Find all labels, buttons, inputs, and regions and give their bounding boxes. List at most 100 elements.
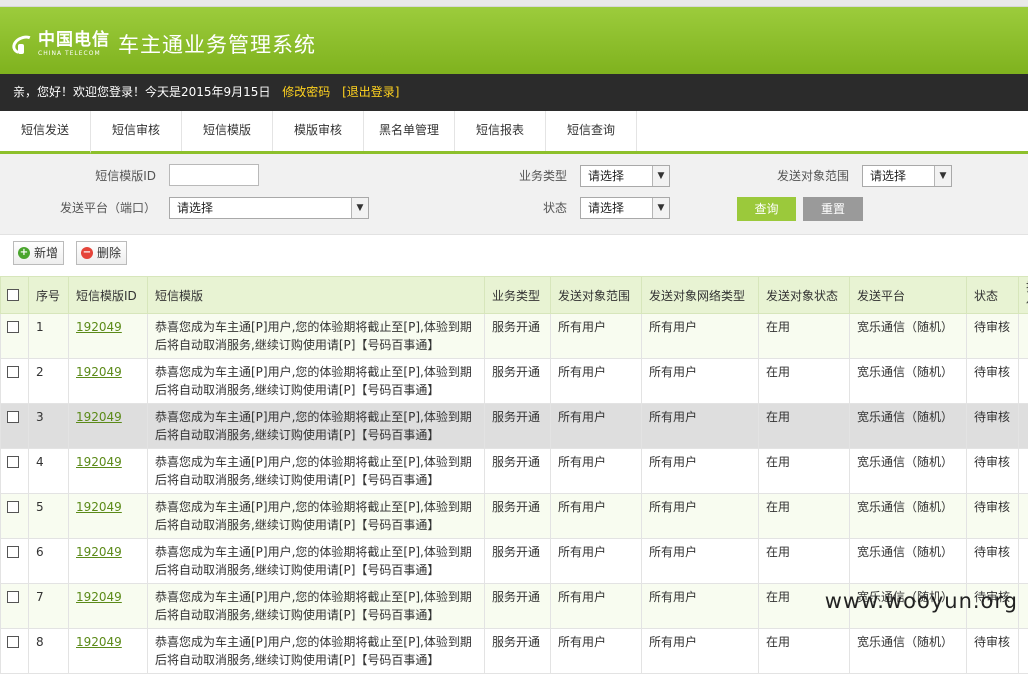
col-header-template-id[interactable]: 短信模版ID — [69, 277, 148, 314]
query-button[interactable]: 查询 — [737, 197, 796, 221]
col-header-network-type[interactable]: 发送对象网络类型 — [642, 277, 759, 314]
row-checkbox[interactable] — [7, 591, 19, 603]
row-network-type: 所有用户 — [642, 449, 759, 494]
template-id-link[interactable]: 192049 — [76, 590, 122, 604]
table-row[interactable]: 4 192049 恭喜您成为车主通[P]用户,您的体验期将截止至[P],体验到期后将… — [1, 449, 1028, 494]
row-select-cell — [1, 584, 29, 629]
select-all-checkbox[interactable] — [7, 289, 19, 301]
col-header-target-state[interactable]: 发送对象状态 — [759, 277, 850, 314]
row-template-id-cell: 192049 — [69, 629, 148, 674]
row-status: 待审核 — [967, 539, 1019, 584]
col-header-template[interactable]: 短信模版 — [148, 277, 485, 314]
row-no: 2 — [29, 359, 69, 404]
template-id-link[interactable]: 192049 — [76, 635, 122, 649]
add-button[interactable]: + 新增 — [13, 241, 64, 265]
row-checkbox[interactable] — [7, 546, 19, 558]
chevron-down-icon: ▼ — [351, 198, 368, 218]
row-select-cell — [1, 449, 29, 494]
template-id-label: 短信模版ID — [40, 165, 156, 187]
table-row[interactable]: 1192049恭喜您成为车主通[P]用户,您的体验期将截止至[P],体验到期后将… — [1, 314, 1028, 359]
template-id-link[interactable]: 192049 — [76, 545, 122, 559]
tab-sms-send[interactable]: 短信发送 — [0, 111, 91, 154]
row-checkbox[interactable] — [7, 411, 19, 423]
template-id-link[interactable]: 192049 — [76, 320, 122, 334]
chevron-down-icon: ▼ — [934, 166, 951, 186]
row-no: 7 — [29, 584, 69, 629]
row-target-state: 在用 — [759, 404, 850, 449]
row-target-state: 在用 — [759, 314, 850, 359]
change-password-link[interactable]: 修改密码 — [282, 85, 330, 99]
row-target-state: 在用 — [759, 449, 850, 494]
row-scope: 所有用户 — [551, 539, 642, 584]
tab-sms-template[interactable]: 短信模版 — [182, 111, 273, 151]
template-id-link[interactable]: 192049 — [76, 410, 122, 424]
scope-select[interactable]: 请选择 ▼ — [862, 165, 952, 187]
status-select[interactable]: 请选择 ▼ — [580, 197, 670, 219]
row-no: 3 — [29, 404, 69, 449]
logout-link[interactable]: [退出登录] — [342, 85, 399, 99]
scope-label: 发送对象范围 — [750, 165, 849, 187]
row-template-id-cell: 192049 — [69, 584, 148, 629]
watermark: www.wooyun.org — [825, 589, 1018, 613]
table-row[interactable]: 3192049恭喜您成为车主通[P]用户,您的体验期将截止至[P],体验到期后将… — [1, 404, 1028, 449]
table-header-row: 序号 短信模版ID 短信模版 业务类型 发送对象范围 发送对象网络类型 发送对象… — [1, 277, 1028, 314]
row-template-id-cell: 192049 — [69, 314, 148, 359]
table-row[interactable]: 5192049恭喜您成为车主通[P]用户,您的体验期将截止至[P],体验到期后将… — [1, 494, 1028, 539]
template-id-input[interactable] — [169, 164, 259, 186]
row-template-id-cell: 192049 — [69, 494, 148, 539]
tab-sms-audit[interactable]: 短信审核 — [91, 111, 182, 151]
row-scope: 所有用户 — [551, 494, 642, 539]
col-header-operation[interactable]: 操作 — [1019, 277, 1028, 314]
tab-sms-report[interactable]: 短信报表 — [455, 111, 546, 151]
row-scope: 所有用户 — [551, 314, 642, 359]
col-header-no[interactable]: 序号 — [29, 277, 69, 314]
row-template-id-cell: 192049 — [69, 359, 148, 404]
welcome-text: 亲，您好！欢迎您登录！今天是2015年9月15日 — [13, 85, 270, 99]
template-id-link[interactable]: 192049 — [76, 455, 122, 469]
row-network-type: 所有用户 — [642, 314, 759, 359]
row-checkbox[interactable] — [7, 366, 19, 378]
row-checkbox[interactable] — [7, 501, 19, 513]
row-no: 4 — [29, 449, 69, 494]
browser-strip — [0, 0, 1028, 7]
row-checkbox[interactable] — [7, 456, 19, 468]
biz-type-select[interactable]: 请选择 ▼ — [580, 165, 670, 187]
row-select-cell — [1, 494, 29, 539]
row-platform: 宽乐通信（随机） — [850, 494, 967, 539]
row-network-type: 所有用户 — [642, 629, 759, 674]
row-no: 6 — [29, 539, 69, 584]
table-row[interactable]: 8192049恭喜您成为车主通[P]用户,您的体验期将截止至[P],体验到期后将… — [1, 629, 1028, 674]
tab-blacklist[interactable]: 黑名单管理 — [364, 111, 455, 151]
platform-select[interactable]: 请选择 ▼ — [169, 197, 369, 219]
row-network-type: 所有用户 — [642, 584, 759, 629]
row-select-cell — [1, 539, 29, 584]
delete-button[interactable]: − 删除 — [76, 241, 127, 265]
row-status: 待审核 — [967, 449, 1019, 494]
row-platform: 宽乐通信（随机） — [850, 539, 967, 584]
col-header-status[interactable]: 状态 — [967, 277, 1019, 314]
main-tabs: 短信发送 短信审核 短信模版 模版审核 黑名单管理 短信报表 短信查询 — [0, 111, 1028, 154]
template-id-link[interactable]: 192049 — [76, 365, 122, 379]
row-template-text: 恭喜您成为车主通[P]用户,您的体验期将截止至[P],体验到期后将自动取消服务,… — [148, 449, 485, 494]
col-header-scope[interactable]: 发送对象范围 — [551, 277, 642, 314]
biz-type-select-value: 请选择 — [588, 169, 624, 183]
tab-template-audit[interactable]: 模版审核 — [273, 111, 364, 151]
col-header-platform[interactable]: 发送平台 — [850, 277, 967, 314]
row-template-text: 恭喜您成为车主通[P]用户,您的体验期将截止至[P],体验到期后将自动取消服务,… — [148, 314, 485, 359]
row-template-id-cell: 192049 — [69, 449, 148, 494]
row-checkbox[interactable] — [7, 321, 19, 333]
row-template-text: 恭喜您成为车主通[P]用户,您的体验期将截止至[P],体验到期后将自动取消服务,… — [148, 629, 485, 674]
status-label: 状态 — [490, 197, 567, 219]
table-row[interactable]: 6192049恭喜您成为车主通[P]用户,您的体验期将截止至[P],体验到期后将… — [1, 539, 1028, 584]
row-checkbox[interactable] — [7, 636, 19, 648]
row-target-state: 在用 — [759, 539, 850, 584]
col-header-biz-type[interactable]: 业务类型 — [485, 277, 551, 314]
template-id-link[interactable]: 192049 — [76, 500, 122, 514]
row-platform: 宽乐通信（随机） — [850, 629, 967, 674]
logo-text: 中国电信 CHINA TELECOM — [38, 32, 110, 57]
reset-button[interactable]: 重置 — [803, 197, 863, 221]
tab-sms-query[interactable]: 短信查询 — [546, 111, 637, 151]
select-all-cell — [1, 277, 29, 314]
row-operation — [1019, 449, 1028, 494]
table-row[interactable]: 2192049恭喜您成为车主通[P]用户,您的体验期将截止至[P],体验到期后将… — [1, 359, 1028, 404]
